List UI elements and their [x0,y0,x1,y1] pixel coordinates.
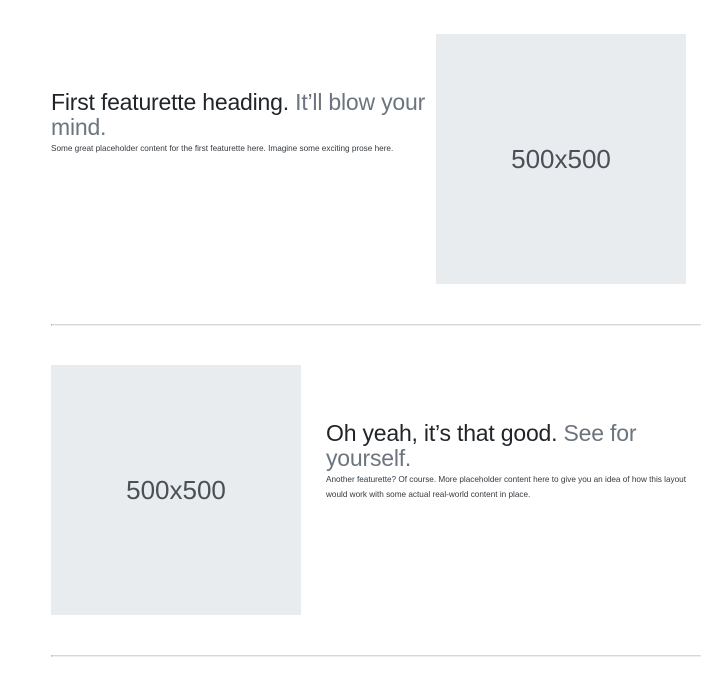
featurette-divider-1 [51,324,701,326]
featurette-1-image-label: 500x500 [511,143,611,174]
featurette-1-heading: First featurette heading. It’ll blow you… [51,90,429,140]
featurette-1-heading-main: First featurette heading. [51,89,289,115]
featurette-2-text: Oh yeah, it’s that good. See for yoursel… [326,421,688,502]
featurette-2-heading: Oh yeah, it’s that good. See for yoursel… [326,421,688,471]
featurette-2-heading-main: Oh yeah, it’s that good. [326,420,558,446]
featurette-divider-2 [51,655,701,657]
featurette-2-lead: Another featurette? Of course. More plac… [326,475,687,499]
featurette-2-image-placeholder: 500x500 [51,365,301,615]
featurette-2-image-label: 500x500 [126,474,226,505]
featurette-1-lead: Some great placeholder content for the f… [51,144,394,153]
featurette-1-text: First featurette heading. It’ll blow you… [51,90,429,156]
featurette-1-image-placeholder: 500x500 [436,34,686,284]
